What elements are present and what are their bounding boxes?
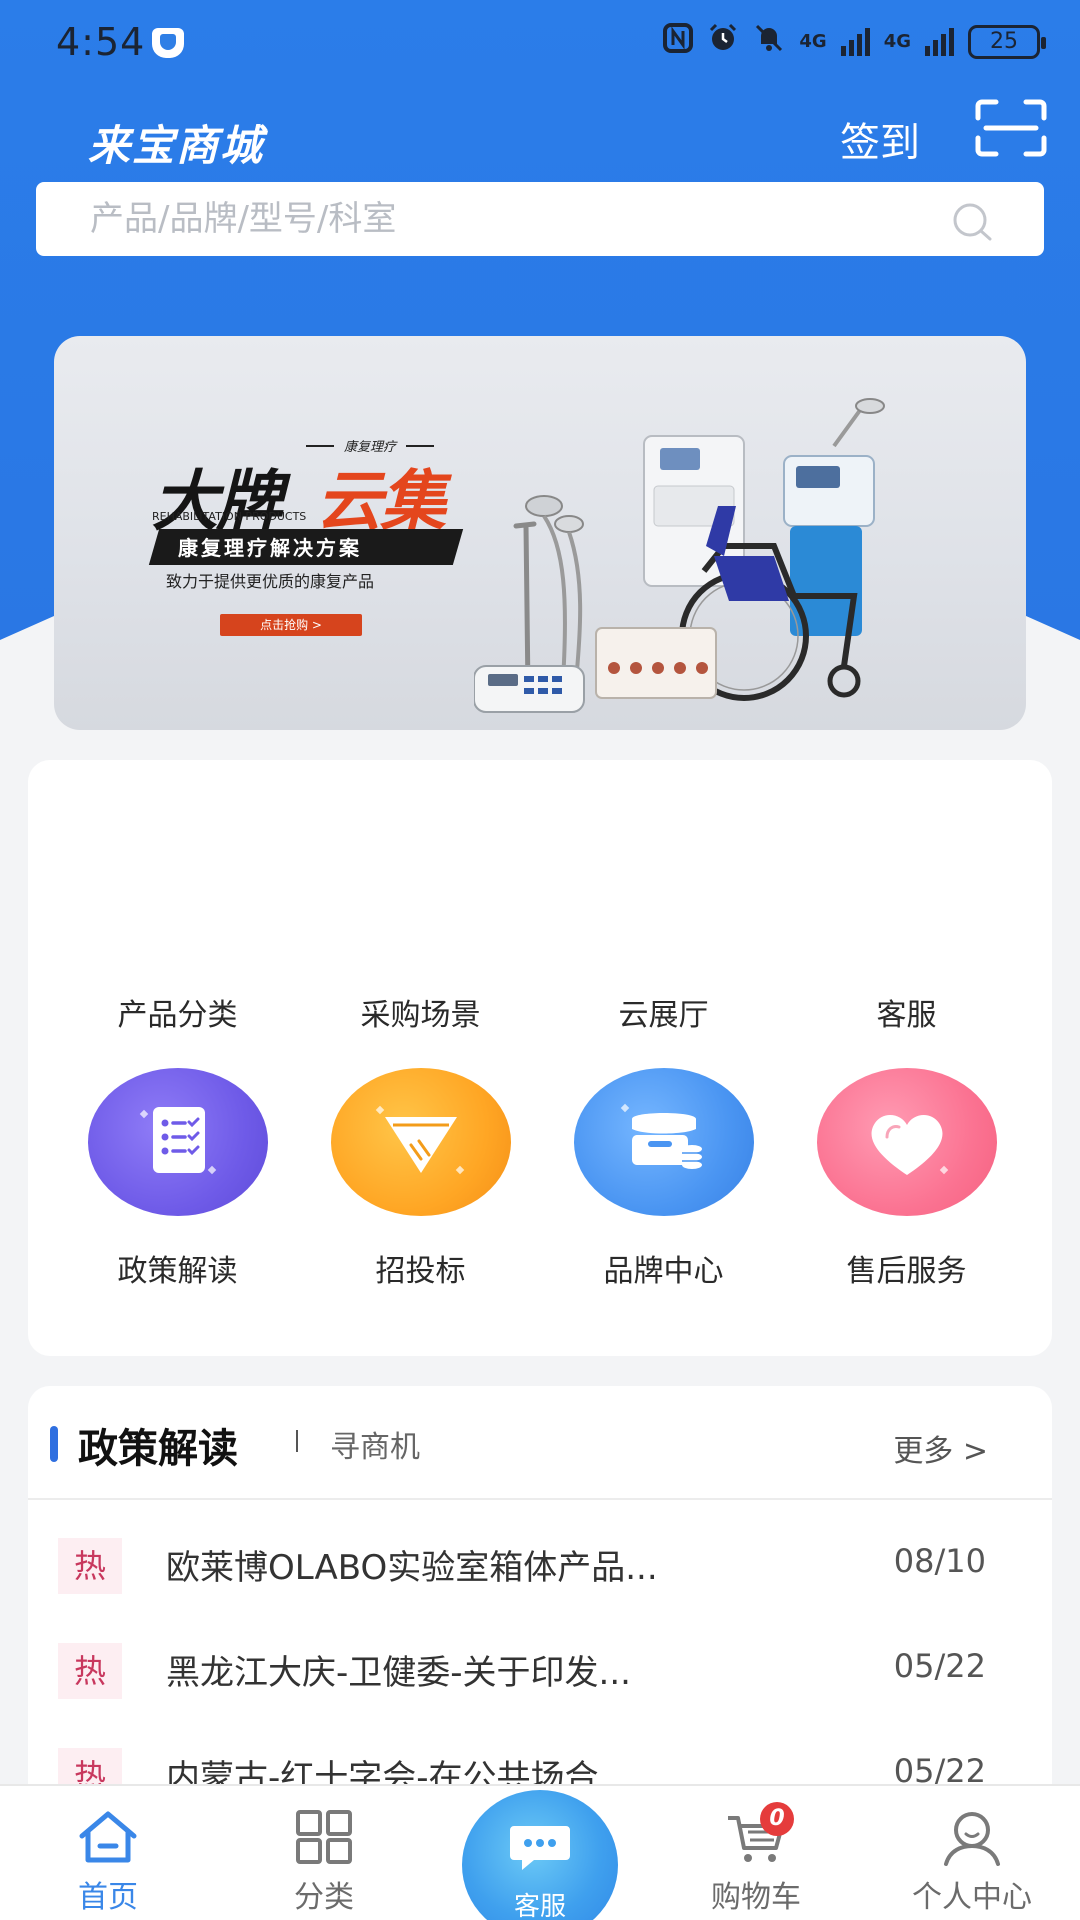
menu-grid: 政策解读 招投标 品牌中心 售后服务 bbox=[56, 1068, 1028, 1290]
heart-icon bbox=[816, 1068, 997, 1216]
section-accent-bar bbox=[50, 1426, 58, 1462]
nav-label: 分类 bbox=[294, 1880, 354, 1915]
divider bbox=[28, 1498, 1052, 1500]
banner-subtitle: 康复理疗解决方案 bbox=[178, 536, 362, 560]
nav-label: 首页 bbox=[78, 1880, 138, 1915]
menu-item-label: 政策解读 bbox=[117, 1254, 238, 1289]
status-icons: 4G 4G 25 bbox=[663, 22, 1046, 61]
menu-item-policy[interactable]: 政策解读 bbox=[56, 1068, 299, 1290]
list-item[interactable]: 热 内蒙古-红十字会-在公共场合... 05/22 bbox=[28, 1730, 1052, 1786]
medical-equipment-image bbox=[474, 398, 885, 713]
cart-count-badge: 0 bbox=[760, 1802, 794, 1836]
nav-cart[interactable]: 购物车 bbox=[648, 1786, 864, 1920]
status-time: 4:54 bbox=[56, 20, 146, 64]
nav-label: 购物车 bbox=[711, 1880, 801, 1915]
menu-label-cloud-showroom[interactable]: 云展厅 bbox=[542, 990, 785, 1034]
tab-divider bbox=[296, 1430, 298, 1452]
search-icon[interactable] bbox=[950, 202, 994, 242]
quick-menu-card: 产品分类 采购场景 云展厅 客服 政策解读 招投标 品牌中心 售后服务 bbox=[28, 760, 1052, 1356]
promo-banner[interactable]: 康复理疗 大牌 云集 REHABILITATION PRODUCTS 康复理疗解… bbox=[54, 336, 1026, 730]
signal-bars-1-icon bbox=[840, 27, 870, 56]
grid-icon bbox=[296, 1810, 352, 1864]
news-date: 05/22 bbox=[893, 1752, 986, 1786]
hot-badge: 热 bbox=[58, 1538, 122, 1594]
banner-cta-button[interactable]: 点击抢购 > bbox=[220, 614, 362, 636]
battery-icon: 25 bbox=[968, 24, 1046, 59]
hot-badge: 热 bbox=[58, 1748, 122, 1786]
menu-item-label: 售后服务 bbox=[846, 1254, 967, 1289]
alarm-icon bbox=[707, 22, 739, 61]
news-date: 05/22 bbox=[893, 1647, 986, 1685]
user-icon bbox=[944, 1812, 1000, 1866]
mute-bell-icon bbox=[753, 22, 785, 61]
menu-item-after-sales[interactable]: 售后服务 bbox=[785, 1068, 1028, 1290]
chat-icon bbox=[510, 1826, 570, 1870]
menu-item-label: 品牌中心 bbox=[603, 1254, 724, 1289]
list-item[interactable]: 热 欧莱博OLABO实验室箱体产品... 08/10 bbox=[28, 1520, 1052, 1625]
banner-description: 致力于提供更优质的康复产品 bbox=[166, 572, 375, 591]
diamond-icon bbox=[330, 1068, 511, 1216]
menu-item-bidding[interactable]: 招投标 bbox=[299, 1068, 542, 1290]
scan-icon[interactable] bbox=[974, 98, 1048, 158]
app-logo: 来宝商城 bbox=[88, 121, 265, 170]
menu-label-product-category[interactable]: 产品分类 bbox=[56, 990, 299, 1034]
menu-label-procurement-scene[interactable]: 采购场景 bbox=[299, 990, 542, 1034]
nav-label: 个人中心 bbox=[912, 1880, 1032, 1915]
policy-news-card: 政策解读 寻商机 更多 > 热 欧莱博OLABO实验室箱体产品... 08/10… bbox=[28, 1386, 1052, 1786]
news-date: 08/10 bbox=[893, 1542, 986, 1580]
checklist-icon bbox=[87, 1068, 268, 1216]
nfc-icon bbox=[663, 23, 694, 60]
status-bar: 4:54 4G 4G 25 bbox=[0, 0, 1080, 84]
nav-category[interactable]: 分类 bbox=[216, 1786, 432, 1920]
banner-english: REHABILITATION PRODUCTS bbox=[152, 510, 307, 523]
signal-bars-2-icon bbox=[925, 27, 954, 56]
news-list: 热 欧莱博OLABO实验室箱体产品... 08/10 热 黑龙江大庆-卫健委-关… bbox=[28, 1520, 1052, 1786]
brand-box-icon bbox=[573, 1068, 754, 1216]
news-title: 黑龙江大庆-卫健委-关于印发... bbox=[166, 1653, 631, 1693]
hot-badge: 热 bbox=[58, 1643, 122, 1699]
home-icon bbox=[79, 1811, 137, 1863]
menu-item-brand-center[interactable]: 品牌中心 bbox=[542, 1068, 785, 1290]
list-item[interactable]: 热 黑龙江大庆-卫健委-关于印发... 05/22 bbox=[28, 1625, 1052, 1730]
nav-label: 客服 bbox=[513, 1892, 566, 1920]
menu-top-row: 产品分类 采购场景 云展厅 客服 bbox=[28, 990, 1052, 1034]
menu-item-label: 招投标 bbox=[375, 1254, 466, 1289]
news-title: 内蒙古-红十字会-在公共场合... bbox=[166, 1758, 631, 1786]
menu-label-customer-service[interactable]: 客服 bbox=[785, 990, 1028, 1034]
search-input[interactable] bbox=[36, 182, 1044, 256]
checkin-button[interactable]: 签到 bbox=[840, 110, 920, 168]
search-bar[interactable] bbox=[36, 182, 1044, 256]
tab-policy[interactable]: 政策解读 bbox=[78, 1416, 238, 1474]
nav-home[interactable]: 首页 bbox=[0, 1786, 216, 1920]
more-link[interactable]: 更多 > bbox=[893, 1426, 988, 1470]
tab-business-opportunities[interactable]: 寻商机 bbox=[330, 1422, 420, 1466]
nav-profile[interactable]: 个人中心 bbox=[864, 1786, 1080, 1920]
news-title: 欧莱博OLABO实验室箱体产品... bbox=[166, 1548, 658, 1588]
shield-icon bbox=[152, 28, 184, 58]
network-label-1: 4G bbox=[799, 30, 827, 52]
network-label-2: 4G bbox=[883, 30, 911, 52]
